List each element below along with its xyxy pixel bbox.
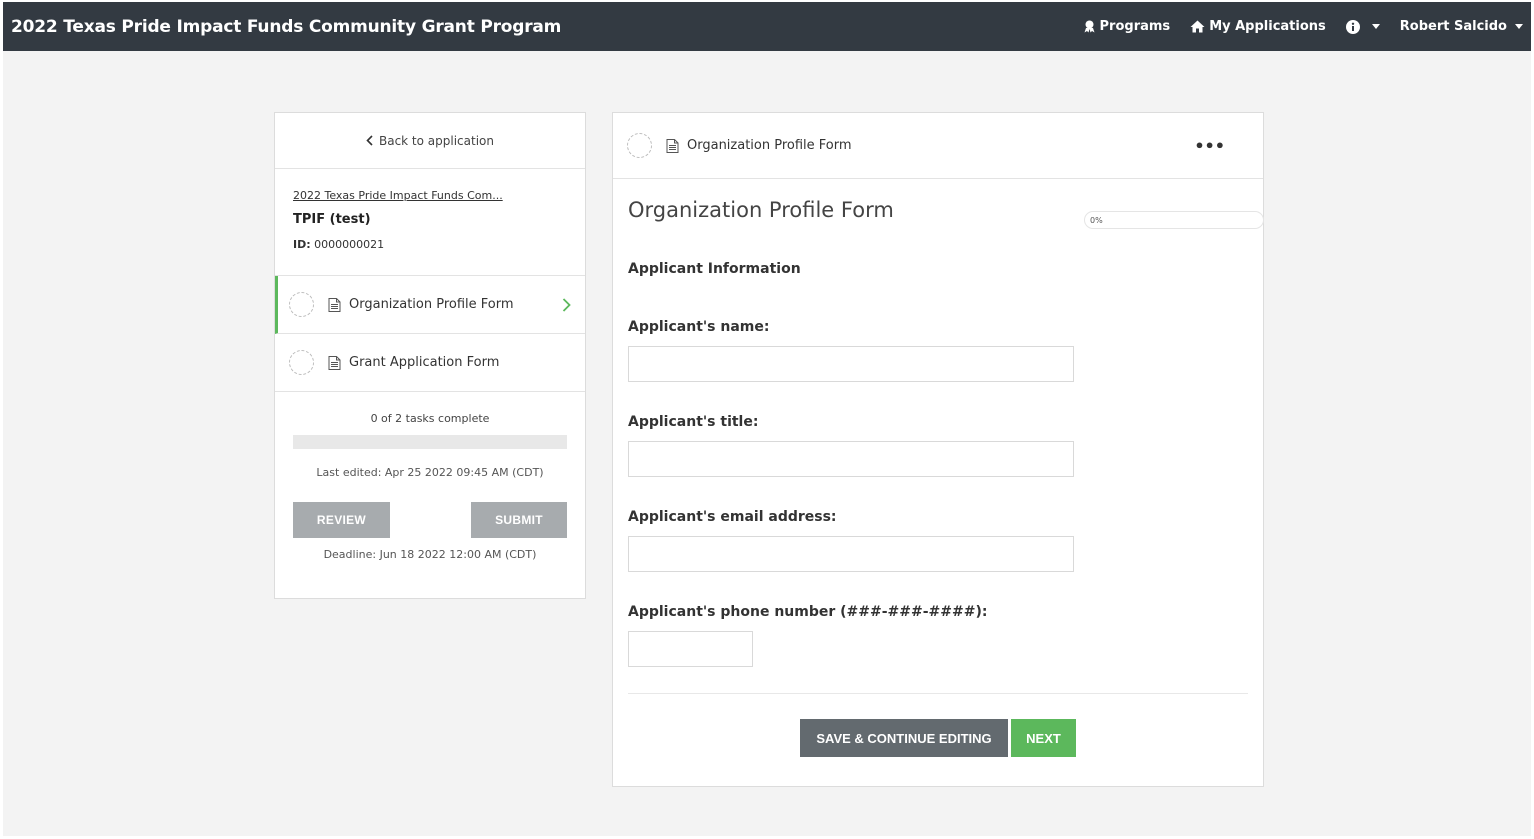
section-title: Applicant Information: [628, 261, 801, 277]
deadline-text: Deadline: Jun 18 2022 12:00 AM (CDT): [323, 548, 537, 561]
form-title: Organization Profile Form: [628, 198, 894, 222]
chevron-down-icon: [1371, 24, 1380, 29]
applicant-phone-input[interactable]: [628, 631, 753, 667]
task-status-circle: [627, 133, 652, 158]
progress-section: 0 of 2 tasks complete Last edited: Apr 2…: [275, 392, 585, 561]
review-button[interactable]: REVIEW: [293, 502, 390, 538]
application-info: 2022 Texas Pride Impact Funds Com... TPI…: [275, 169, 585, 276]
save-continue-button[interactable]: SAVE & CONTINUE EDITING: [800, 719, 1008, 757]
task-status-circle: [289, 350, 314, 375]
chevron-down-icon: [1515, 24, 1523, 29]
chevron-right-icon: [562, 297, 571, 312]
applicant-name-label: Applicant's name:: [628, 319, 770, 335]
task-label: Grant Application Form: [349, 355, 500, 370]
nav-programs[interactable]: Programs: [1083, 19, 1171, 34]
nav-my-applications[interactable]: My Applications: [1190, 19, 1326, 34]
more-options-icon[interactable]: •••: [1194, 136, 1225, 155]
task-grant-application[interactable]: Grant Application Form: [275, 334, 585, 392]
info-menu[interactable]: [1345, 19, 1380, 34]
form-panel: Organization Profile Form ••• Organizati…: [612, 112, 1264, 787]
applicant-name-input[interactable]: [628, 346, 1074, 382]
task-label: Organization Profile Form: [349, 297, 514, 312]
user-name: Robert Salcido: [1399, 19, 1507, 34]
form-progress-bar: 0%: [1084, 211, 1264, 229]
applicant-title-input[interactable]: [628, 441, 1074, 477]
form-progress-percent: 0%: [1090, 215, 1103, 225]
document-icon: [328, 297, 341, 312]
program-link[interactable]: 2022 Texas Pride Impact Funds Com...: [293, 189, 567, 202]
task-sidebar: Back to application 2022 Texas Pride Imp…: [274, 112, 586, 599]
last-edited-text: Last edited: Apr 25 2022 09:45 AM (CDT): [316, 466, 544, 479]
applicant-title-label: Applicant's title:: [628, 414, 759, 430]
applicant-phone-label: Applicant's phone number (###-###-####):: [628, 604, 988, 620]
id-value: 0000000021: [314, 238, 385, 251]
id-label: ID:: [293, 238, 311, 251]
submit-button[interactable]: SUBMIT: [471, 502, 567, 538]
task-organization-profile[interactable]: Organization Profile Form: [275, 276, 585, 334]
app-title[interactable]: 2022 Texas Pride Impact Funds Community …: [11, 17, 561, 37]
application-name: TPIF (test): [293, 212, 371, 227]
document-icon: [328, 355, 341, 370]
back-label: Back to application: [378, 133, 494, 148]
form-header-label: Organization Profile Form: [687, 138, 852, 153]
top-navbar: 2022 Texas Pride Impact Funds Community …: [3, 2, 1531, 51]
back-to-application-link[interactable]: Back to application: [275, 113, 585, 169]
nav-programs-label: Programs: [1099, 19, 1171, 34]
chevron-left-icon: [366, 135, 373, 146]
home-icon: [1190, 20, 1205, 33]
next-button[interactable]: NEXT: [1011, 719, 1076, 757]
application-id: ID: 0000000021: [293, 238, 567, 251]
tasks-progress-bar: [293, 435, 567, 449]
info-icon: [1345, 19, 1360, 34]
form-header: Organization Profile Form •••: [613, 113, 1263, 179]
document-icon: [666, 138, 679, 153]
award-icon: [1084, 20, 1095, 33]
task-status-circle: [289, 292, 314, 317]
tasks-complete-text: 0 of 2 tasks complete: [370, 412, 490, 425]
user-menu[interactable]: Robert Salcido: [1400, 19, 1523, 34]
applicant-email-input[interactable]: [628, 536, 1074, 572]
applicant-email-label: Applicant's email address:: [628, 509, 837, 525]
nav-my-applications-label: My Applications: [1209, 19, 1326, 34]
form-divider: [628, 693, 1248, 694]
